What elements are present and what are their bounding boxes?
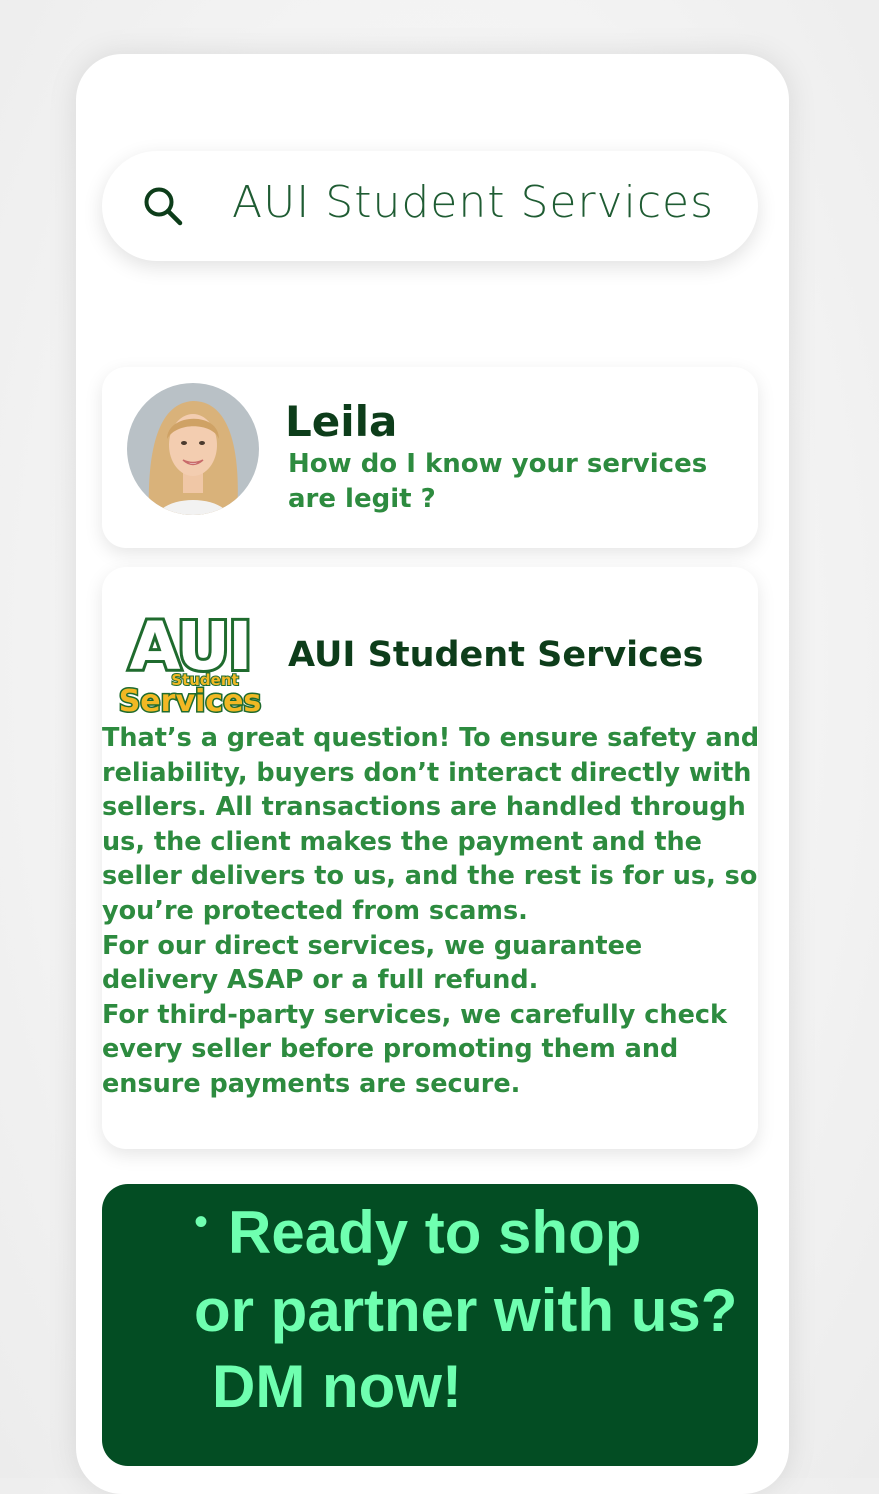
brand-logo: AUI Student Services xyxy=(117,611,263,715)
bullet-icon: • xyxy=(194,1200,209,1244)
cta-line-2: or partner with us? xyxy=(194,1277,738,1344)
reply-card: AUI Student Services AUI Student Service… xyxy=(102,567,759,1149)
message-text: How do I know your services are legit ? xyxy=(288,449,708,514)
cta-banner[interactable]: • Ready to shop or partner with us? DM n… xyxy=(102,1184,758,1466)
svg-text:Services: Services xyxy=(119,684,262,715)
reply-paragraph: That’s a great question! To ensure safet… xyxy=(102,723,760,926)
avatar xyxy=(127,383,259,515)
search-input[interactable]: AUI Student Services xyxy=(232,177,714,228)
search-bar[interactable]: AUI Student Services xyxy=(102,151,758,261)
search-icon xyxy=(144,187,183,226)
reply-paragraph: For third-party services, we carefully c… xyxy=(102,999,727,1099)
cta-line-3: DM now! xyxy=(212,1353,462,1420)
reply-text: That’s a great question! To ensure safet… xyxy=(102,721,762,1102)
reply-sender-name: AUI Student Services xyxy=(288,635,704,675)
cta-line-1: Ready to shop xyxy=(228,1199,642,1266)
reply-paragraph: For our direct services, we guarantee de… xyxy=(102,930,643,996)
sender-name: Leila xyxy=(285,397,398,446)
message-card: Leila How do I know your services are le… xyxy=(102,367,758,548)
